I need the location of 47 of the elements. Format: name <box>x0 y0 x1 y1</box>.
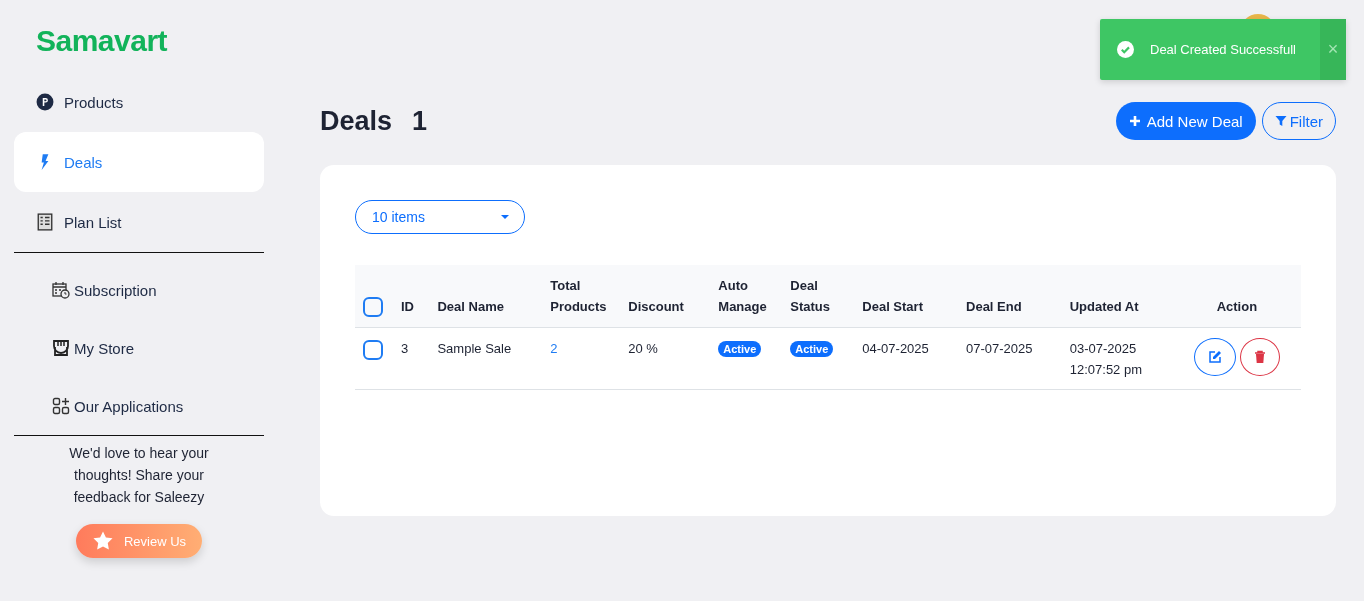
table-cell: 04-07-2025 <box>862 341 929 356</box>
sidebar-item[interactable]: Plan List <box>14 192 264 252</box>
toast-message: Deal Created Successfull <box>1150 42 1297 57</box>
table-cell: 20 % <box>628 341 658 356</box>
list-icon <box>36 213 54 231</box>
deal-count: 1 <box>412 105 428 137</box>
check-circle-icon <box>1117 41 1134 58</box>
column-header: Deal End <box>966 299 1022 314</box>
brand-logo: Samavart <box>36 24 169 59</box>
status-badge: Active <box>718 341 762 357</box>
sidebar-item[interactable]: Products <box>14 72 264 132</box>
funnel-icon <box>1274 115 1287 127</box>
sidebar-item[interactable]: Our Applications <box>14 377 264 435</box>
caret-icon <box>500 214 510 220</box>
column-header: Total Products <box>550 278 607 314</box>
calendar-clock-icon <box>52 281 70 299</box>
parking-circle-icon <box>36 93 54 111</box>
column-header: Updated At <box>1069 299 1139 314</box>
table-cell: Sample Sale <box>437 341 512 356</box>
column-header: Action <box>1216 299 1258 314</box>
column-header: ID <box>401 299 414 314</box>
apps-icon <box>52 397 70 415</box>
column-header: Deal Name <box>437 299 504 314</box>
select-all-checkbox[interactable] <box>363 297 383 317</box>
table-cell-text: 03-07-2025 12:07:52 pm <box>1069 340 1142 379</box>
sidebar-item[interactable]: My Store <box>14 319 264 377</box>
delete-button[interactable] <box>1239 338 1280 376</box>
feedback-text: We'd love to hear your thoughts! Share your feedback for Saleezy <box>68 444 210 507</box>
edit-button[interactable] <box>1193 338 1236 376</box>
table-cell: 3 <box>401 341 409 356</box>
star-icon <box>91 530 114 552</box>
column-header: Deal Start <box>862 299 923 314</box>
page-title: Deals <box>320 105 393 137</box>
table-cell: 07-07-2025 <box>966 341 1033 356</box>
status-badge: Active <box>790 341 834 357</box>
sidebar-item[interactable]: Deals <box>14 132 264 192</box>
products-link[interactable]: 2 <box>550 341 558 356</box>
column-header: Auto Manage <box>718 278 767 314</box>
trash-icon <box>1252 350 1267 364</box>
plus-icon <box>1128 115 1141 127</box>
store-icon <box>52 339 70 357</box>
edit-icon <box>1207 350 1222 364</box>
column-header: Discount <box>628 299 684 314</box>
column-header: Deal Status <box>790 278 831 314</box>
add-deal-button[interactable]: Add New Deal <box>1115 102 1256 140</box>
row-checkbox[interactable] <box>363 339 383 360</box>
sidebar-item[interactable]: Subscription <box>14 261 264 319</box>
